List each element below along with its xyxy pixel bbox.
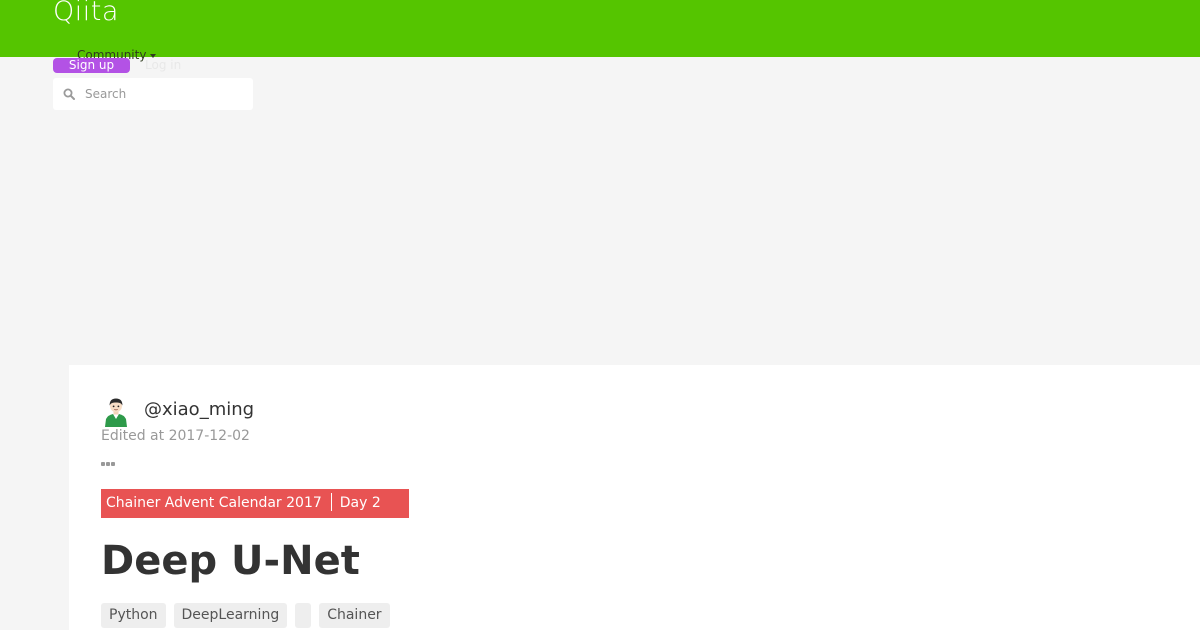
sign-up-button[interactable]: Sign up	[53, 58, 130, 73]
article-card: @xiao_ming Edited at 2017-12-02 Chainer …	[69, 365, 1200, 630]
edited-date: Edited at 2017-12-02	[101, 428, 250, 444]
search-box[interactable]: Search	[53, 78, 253, 110]
advent-calendar-name: Chainer Advent Calendar 2017	[106, 495, 322, 511]
badge-divider	[330, 493, 332, 511]
qiita-logo[interactable]: Qiita	[53, 0, 119, 30]
tag-list: Python DeepLearning Chainer	[101, 603, 390, 629]
ellipsis-icon[interactable]	[101, 451, 117, 466]
article-title: Deep U-Net	[101, 538, 360, 584]
caret-down-icon	[150, 53, 157, 58]
log-in-link[interactable]: Log in	[145, 58, 181, 73]
site-header: Qiita	[0, 0, 1200, 57]
author-username[interactable]: @xiao_ming	[144, 398, 254, 422]
tag-deeplearning[interactable]: DeepLearning	[173, 603, 288, 628]
search-icon	[63, 88, 75, 100]
tag-python[interactable]: Python	[101, 603, 166, 628]
tag-empty[interactable]	[295, 603, 312, 628]
advent-calendar-badge[interactable]: Chainer Advent Calendar 2017 Day 2	[101, 489, 409, 518]
search-input[interactable]: Search	[85, 78, 126, 110]
advent-calendar-day: Day 2	[339, 495, 381, 511]
tag-chainer[interactable]: Chainer	[319, 603, 390, 628]
user-avatar[interactable]	[101, 395, 131, 427]
